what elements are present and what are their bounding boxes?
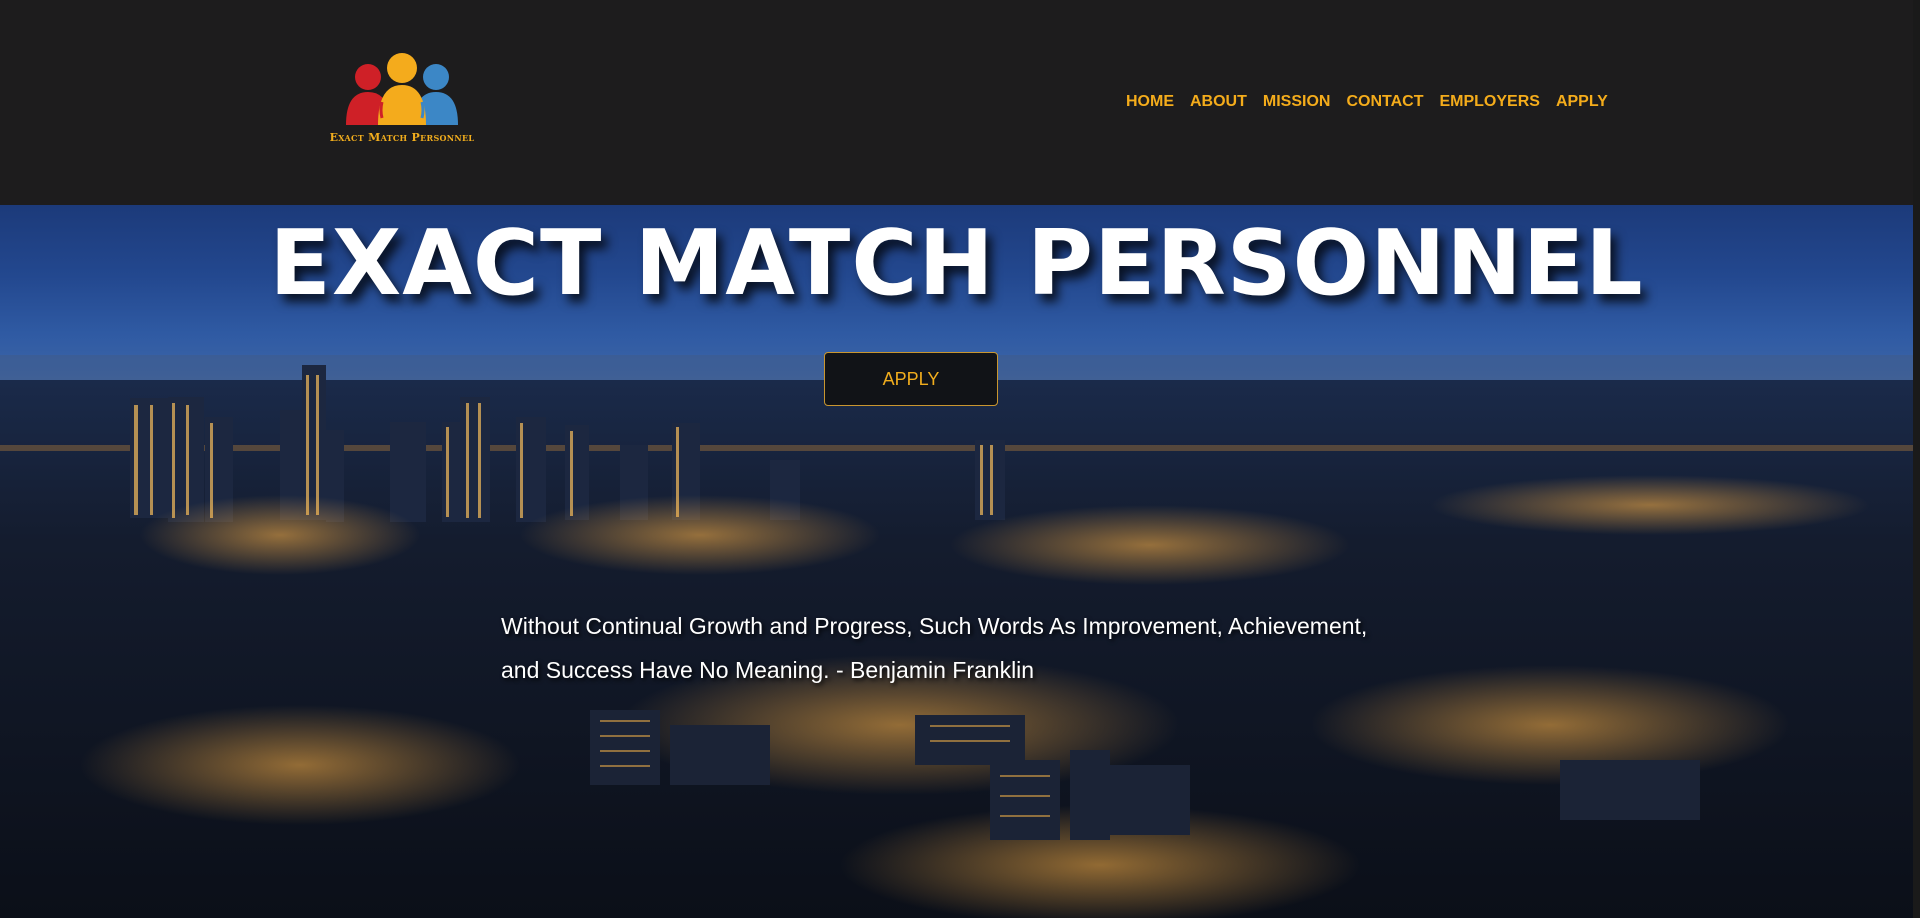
apply-button[interactable]: APPLY [824,352,998,406]
nav-mission[interactable]: MISSION [1263,90,1331,114]
nav-apply[interactable]: APPLY [1556,90,1608,114]
page: Exact Match Personnel HOME ABOUT MISSION… [0,0,1920,918]
logo-text: Exact Match Personnel [329,131,475,144]
hero-section: EXACT MATCH PERSONNEL APPLY Without Cont… [0,205,1913,918]
hero-quote: Without Continual Growth and Progress, S… [501,613,1368,683]
logo-people-icon [346,53,458,125]
site-header: Exact Match Personnel HOME ABOUT MISSION… [0,0,1913,205]
nav-about[interactable]: ABOUT [1190,90,1247,114]
logo-link[interactable]: Exact Match Personnel [320,52,484,144]
nav-contact[interactable]: CONTACT [1346,90,1423,114]
scrollbar[interactable] [1913,0,1920,918]
hero-title: EXACT MATCH PERSONNEL [269,211,1644,316]
nav-home[interactable]: HOME [1126,90,1174,114]
nav-employers[interactable]: EMPLOYERS [1439,90,1539,114]
main-nav: HOME ABOUT MISSION CONTACT EMPLOYERS APP… [1126,90,1624,114]
